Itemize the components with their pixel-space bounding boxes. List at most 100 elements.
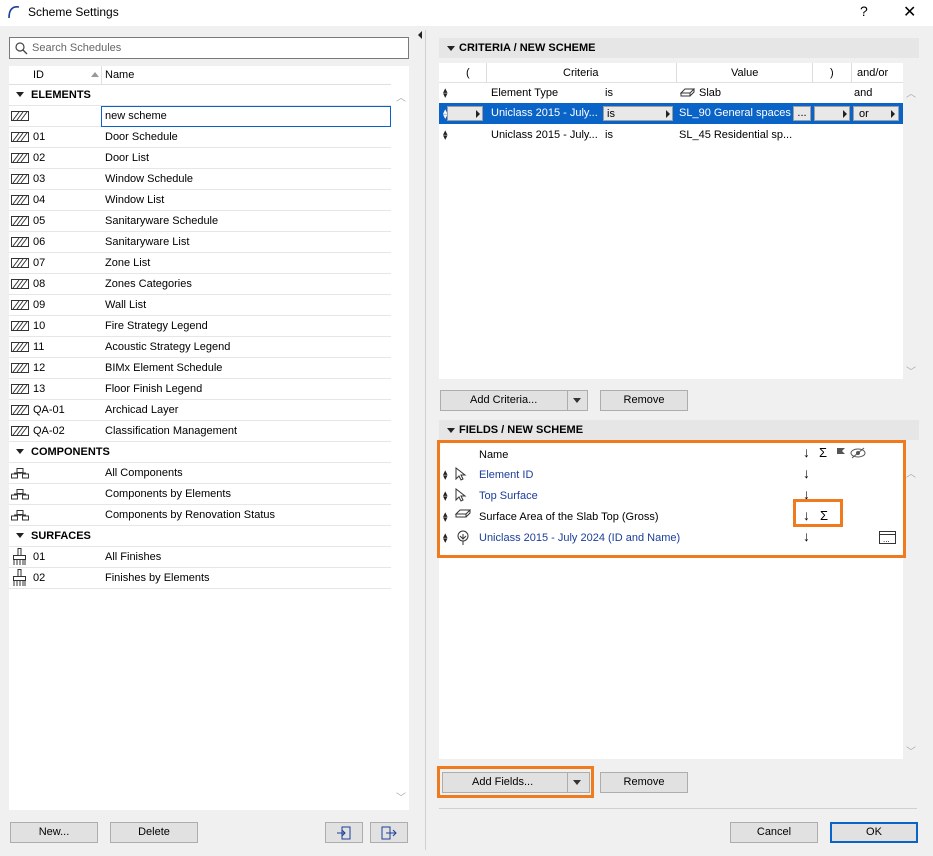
list-item[interactable]: 08 Zones Categories	[9, 274, 391, 295]
slab-icon	[680, 88, 695, 97]
criteria-value[interactable]: SL_90 General spaces	[679, 107, 791, 119]
drag-handle-icon[interactable]: ▴ ▾	[443, 86, 448, 100]
item-name: Zones Categories	[105, 278, 192, 290]
item-name: Finishes by Elements	[105, 572, 210, 584]
list-scrollbar[interactable]: ︿ ﹀	[392, 85, 409, 810]
new-button[interactable]: New...	[10, 822, 98, 843]
schedule-icon	[11, 216, 29, 226]
group-header[interactable]: SURFACES	[9, 526, 391, 547]
ok-button[interactable]: OK	[830, 822, 918, 843]
list-item[interactable]: new scheme	[9, 106, 391, 127]
dropdown-arrow-icon[interactable]	[573, 398, 581, 403]
criteria-header[interactable]: CRITERIA / NEW SCHEME	[439, 38, 919, 58]
delete-button[interactable]: Delete	[110, 822, 198, 843]
item-id: QA-01	[33, 404, 65, 416]
item-name: Door List	[105, 152, 150, 164]
export-button[interactable]	[370, 822, 408, 843]
list-item[interactable]: 03 Window Schedule	[9, 169, 391, 190]
close-paren-dropdown[interactable]	[814, 106, 850, 121]
criteria-row[interactable]: ▴ ▾ Uniclass 2015 - July... is SL_45 Resi…	[439, 124, 903, 145]
item-name: Sanitaryware List	[105, 236, 190, 248]
item-id: 01	[33, 551, 46, 563]
schedule-icon	[11, 195, 29, 205]
scroll-down-icon[interactable]: ﹀	[906, 743, 916, 758]
list-item[interactable]: 13 Floor Finish Legend	[9, 379, 391, 400]
criteria-operator[interactable]: is	[605, 87, 613, 99]
list-item[interactable]: 10 Fire Strategy Legend	[9, 316, 391, 337]
expand-triangle-icon	[447, 46, 455, 51]
list-item[interactable]: 04 Window List	[9, 190, 391, 211]
operator-dropdown[interactable]: is	[603, 106, 673, 121]
collapse-left-icon[interactable]	[418, 31, 422, 39]
remove-criteria-button[interactable]: Remove	[600, 390, 688, 411]
cancel-button[interactable]: Cancel	[730, 822, 818, 843]
expand-triangle-icon[interactable]	[16, 533, 24, 538]
group-header[interactable]: COMPONENTS	[9, 442, 391, 463]
add-fields-highlight	[437, 766, 594, 798]
list-item[interactable]: 09 Wall List	[9, 295, 391, 316]
export-icon	[381, 826, 397, 840]
list-item[interactable]: 02 Door List	[9, 148, 391, 169]
criteria-row[interactable]: ▴ ▾ Element Type is Slab and	[439, 83, 903, 103]
group-header[interactable]: ELEMENTS	[9, 85, 391, 106]
scroll-up-icon[interactable]: ︿	[906, 85, 916, 100]
list-item[interactable]: Components by Elements	[9, 484, 391, 505]
close-button[interactable]: ✕	[903, 2, 916, 22]
criteria-operator[interactable]: is	[605, 129, 613, 141]
column-id[interactable]: ID	[33, 69, 44, 81]
col-open-paren: (	[466, 67, 470, 79]
remove-fields-button[interactable]: Remove	[600, 772, 688, 793]
item-id: 06	[33, 236, 46, 248]
list-item[interactable]: 06 Sanitaryware List	[9, 232, 391, 253]
group-label: SURFACES	[31, 530, 91, 542]
item-id: 02	[33, 572, 46, 584]
col-value: Value	[731, 67, 759, 79]
schedule-icon	[11, 237, 29, 247]
expand-triangle-icon[interactable]	[16, 92, 24, 97]
criteria-row-selected[interactable]: ▴ ▾ Uniclass 2015 - July... is SL_90 Gene…	[439, 103, 903, 124]
search-placeholder: Search Schedules	[32, 42, 122, 54]
list-item[interactable]: 02 Finishes by Elements	[9, 568, 391, 589]
fields-header[interactable]: FIELDS / NEW SCHEME	[439, 420, 919, 440]
sort-sum-highlight	[793, 499, 843, 527]
schedule-icon	[11, 111, 29, 121]
list-item[interactable]: Components by Renovation Status	[9, 505, 391, 526]
criteria-value[interactable]: SL_45 Residential sp...	[679, 129, 792, 141]
item-name: Components by Renovation Status	[105, 509, 275, 521]
column-name[interactable]: Name	[105, 69, 134, 81]
scroll-down-icon[interactable]: ﹀	[396, 789, 406, 804]
list-item[interactable]: QA-01 Archicad Layer	[9, 400, 391, 421]
scroll-down-icon[interactable]: ﹀	[906, 363, 916, 378]
list-item[interactable]: 12 BIMx Element Schedule	[9, 358, 391, 379]
list-item[interactable]: 11 Acoustic Strategy Legend	[9, 337, 391, 358]
list-item[interactable]: 07 Zone List	[9, 253, 391, 274]
criteria-name: Element Type	[491, 87, 559, 99]
list-item[interactable]: All Components	[9, 463, 391, 484]
expand-triangle-icon[interactable]	[16, 449, 24, 454]
list-item[interactable]: 01 Door Schedule	[9, 127, 391, 148]
item-name: Window List	[105, 194, 165, 206]
add-criteria-button[interactable]: Add Criteria...	[440, 390, 588, 411]
criteria-value[interactable]: Slab	[699, 87, 721, 99]
criteria-name[interactable]: Uniclass 2015 - July...	[491, 107, 598, 119]
value-more-button[interactable]: ...	[793, 106, 811, 121]
scroll-up-icon[interactable]: ︿	[906, 465, 916, 480]
list-item[interactable]: 05 Sanitaryware Schedule	[9, 211, 391, 232]
criteria-andor[interactable]: and	[854, 87, 872, 99]
col-criteria: Criteria	[563, 67, 599, 79]
criteria-header-row: ( Criteria Value ) and/or	[439, 63, 903, 83]
footer-divider	[439, 808, 917, 809]
panel-divider[interactable]	[425, 30, 426, 850]
list-item[interactable]: 01 All Finishes	[9, 547, 391, 568]
schedule-icon	[11, 258, 29, 268]
open-paren-dropdown[interactable]	[447, 106, 483, 121]
help-button[interactable]: ?	[860, 3, 868, 19]
andor-dropdown[interactable]: or	[853, 106, 899, 121]
drag-handle-icon[interactable]: ▴ ▾	[443, 128, 448, 142]
scroll-up-icon[interactable]: ︿	[396, 89, 406, 104]
item-id: 08	[33, 278, 46, 290]
schedule-icon	[11, 405, 29, 415]
list-item[interactable]: QA-02 Classification Management	[9, 421, 391, 442]
import-button[interactable]	[325, 822, 363, 843]
search-input[interactable]: Search Schedules	[9, 37, 409, 59]
